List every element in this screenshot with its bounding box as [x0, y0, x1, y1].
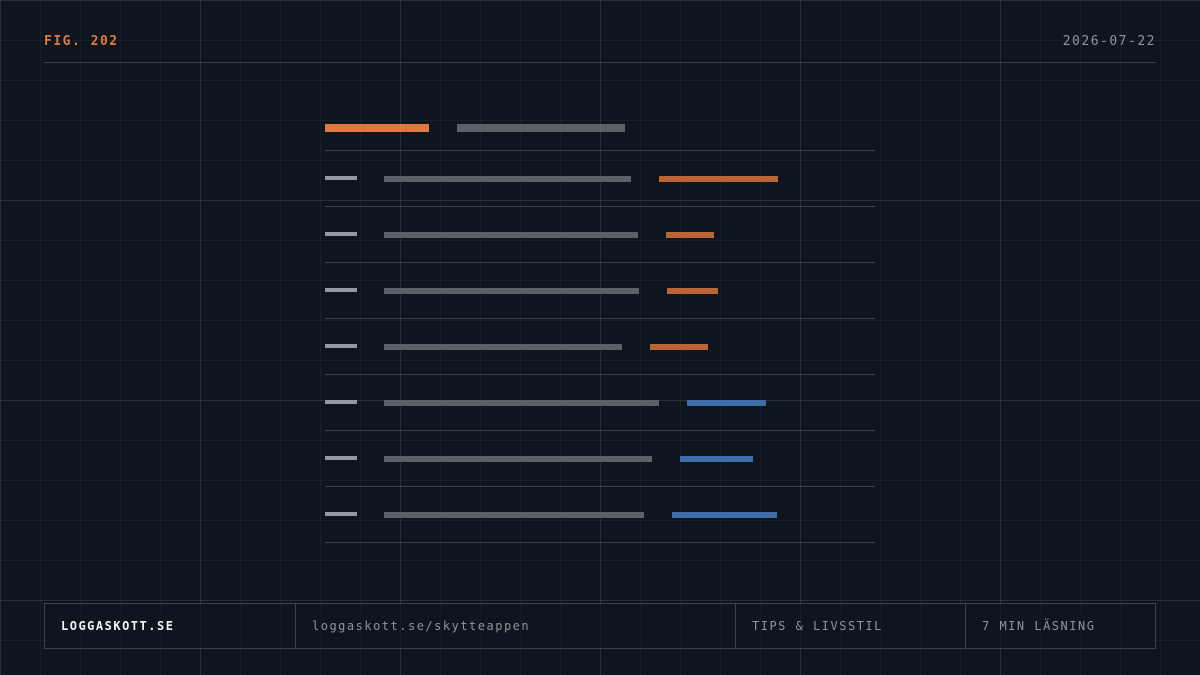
row-1-content-bar: [384, 176, 631, 182]
row-1-accent-bar: [659, 176, 778, 182]
row-7-content-bar: [384, 512, 644, 518]
row-5-accent-bar: [687, 400, 766, 406]
row-5-content-bar: [384, 400, 659, 406]
row-2-content-bar: [384, 232, 638, 238]
row-6-content-bar: [384, 456, 652, 462]
header-title-bar: [457, 124, 625, 132]
footer-category[interactable]: TIPS & LIVSSTIL: [736, 604, 966, 648]
footer-brand[interactable]: LOGGASKOTT.SE: [45, 604, 296, 648]
row-1-label-bar: [325, 176, 357, 180]
footer-bar: LOGGASKOTT.SE loggaskott.se/skytteappen …: [44, 603, 1156, 649]
skeleton-table: [325, 124, 875, 543]
footer-read-time: 7 MIN LÄSNING: [982, 619, 1096, 633]
footer-url[interactable]: loggaskott.se/skytteappen: [296, 604, 736, 648]
row-5-label-bar: [325, 400, 357, 404]
header-accent-bar: [325, 124, 429, 132]
row-6-label-bar: [325, 456, 357, 460]
row-6-accent-bar: [680, 456, 753, 462]
row-4-accent-bar: [650, 344, 708, 350]
row-2-accent-bar: [666, 232, 714, 238]
row-3-accent-bar: [667, 288, 718, 294]
row-4-label-bar: [325, 344, 357, 348]
row-4-content-bar: [384, 344, 622, 350]
row-2-label-bar: [325, 232, 357, 236]
row-7-label-bar: [325, 512, 357, 516]
row-3-content-bar: [384, 288, 639, 294]
row-7-accent-bar: [672, 512, 777, 518]
row-3-label-bar: [325, 288, 357, 292]
